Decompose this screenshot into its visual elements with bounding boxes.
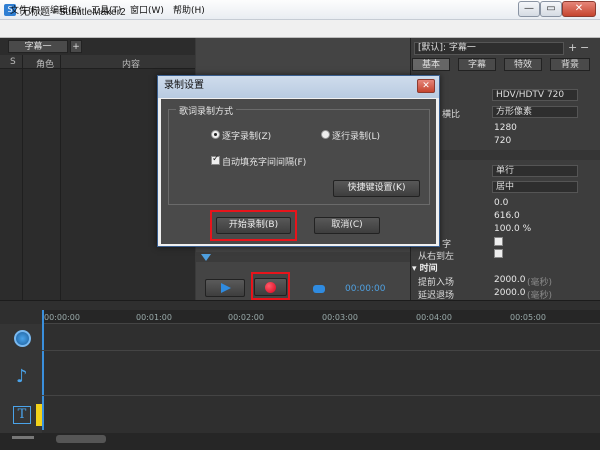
time-section-label: 时间 [419,264,438,274]
time-section-header: ▾ 时间 [412,264,438,274]
column-header-row [0,55,195,69]
tick-label: 00:05:00 [510,313,546,322]
lead-in-label: 提前入场 [418,278,455,288]
align-select[interactable]: 居中 [492,181,578,193]
remove-preset-icon[interactable]: − [580,41,589,54]
stop-icon[interactable] [313,285,325,293]
dialog-body: 歌词录制方式 逐字录制(Z) 逐行录制(L) ✓ 自动填充字间间隔(F) 快捷键… [161,99,436,244]
lead-in-value[interactable]: 2000.0 [494,275,526,285]
menu-bar [0,20,600,38]
aspect-label: 横比 [442,110,461,120]
menu-edit[interactable]: 编辑(E) [50,3,81,16]
hotkey-settings-button[interactable]: 快捷键设置(K) [333,180,420,197]
video-track-icon[interactable] [14,330,31,347]
pos-y-value[interactable]: 616.0 [494,211,520,221]
menu-help[interactable]: 帮助(H) [173,3,205,16]
start-record-button[interactable]: 开始录制(B) [216,217,291,234]
tab-effects[interactable]: 特效 [504,58,542,71]
column-divider [60,55,61,300]
tick-label: 00:01:00 [136,313,172,322]
text-track-icon[interactable]: T [13,406,31,424]
tab-background[interactable]: 背景 [550,58,590,71]
minimize-button[interactable]: — [518,1,540,17]
column-s[interactable]: S [10,57,16,67]
tick-label: 00:00:00 [44,313,80,322]
column-divider [22,55,23,300]
cancel-button[interactable]: 取消(C) [314,217,380,234]
tab-subtitle[interactable]: 字幕 [458,58,496,71]
height-value[interactable]: 720 [494,136,511,146]
track-divider [42,350,600,351]
dialog-close-button[interactable]: ✕ [417,79,435,93]
tick-label: 00:03:00 [322,313,358,322]
width-value[interactable]: 1280 [494,123,517,133]
time-display: 00:00:00 [345,284,386,294]
record-button[interactable] [254,278,287,296]
track-selector[interactable] [36,404,42,426]
menu-window[interactable]: 窗口(W) [130,3,164,16]
checkmark-icon: ✓ [212,154,220,164]
line-mode-select[interactable]: 单行 [492,165,578,177]
lead-out-value[interactable]: 2000.0 [494,288,526,298]
add-preset-icon[interactable]: + [568,41,577,54]
restore-button[interactable]: ▭ [540,1,562,17]
auto-fill-label[interactable]: 自动填充字间间隔(F) [222,155,306,168]
radio-dot-icon [214,133,217,136]
dialog-title: 录制设置 [158,76,439,98]
lead-in-unit: (毫秒) [527,278,553,288]
radio-by-char[interactable] [211,130,220,139]
seek-handle-icon[interactable] [201,254,211,261]
record-settings-dialog: 录制设置 ✕ 歌词录制方式 逐字录制(Z) 逐行录制(L) ✓ 自动填充字间间隔… [157,75,440,247]
scroll-thumb[interactable] [56,435,106,443]
track-divider [42,395,600,396]
tick-label: 00:02:00 [228,313,264,322]
menu-file[interactable]: 文件(F) [10,3,40,16]
column-content[interactable]: 内容 [122,57,140,70]
zoom-slider[interactable] [12,436,34,439]
playhead[interactable] [42,310,44,430]
radio-by-line[interactable] [321,130,330,139]
rtl-checkbox[interactable] [494,249,503,258]
pixel-aspect-select[interactable]: 方形像素 [492,106,578,118]
play-icon [221,283,231,293]
preset-select[interactable]: [默认]: 字幕一 [414,42,564,55]
column-role[interactable]: 角色 [36,57,54,70]
radio-by-line-label[interactable]: 逐行录制(L) [332,129,380,142]
record-icon [265,282,276,293]
radio-by-char-label[interactable]: 逐字录制(Z) [222,129,271,142]
pos-x-value[interactable]: 0.0 [494,198,508,208]
add-tab-button[interactable]: + [70,40,82,53]
close-button[interactable]: ✕ [562,1,596,17]
tick-label: 00:04:00 [416,313,452,322]
option-checkbox[interactable] [494,237,503,246]
play-button[interactable] [205,279,245,297]
audio-track-icon[interactable]: ♪ [16,366,28,387]
menu-tools[interactable]: 工具(T) [91,3,122,16]
scale-value[interactable]: 100.0 % [494,224,531,234]
tab-basic[interactable]: 基本 [412,58,450,71]
seek-track[interactable] [196,252,410,262]
resolution-select[interactable]: HDV/HDTV 720 [492,89,578,101]
section-header [440,150,600,160]
auto-fill-checkbox[interactable]: ✓ [211,154,220,165]
tab-subtitle-one[interactable]: 字幕一 [8,40,68,53]
group-label: 歌词录制方式 [176,104,237,117]
